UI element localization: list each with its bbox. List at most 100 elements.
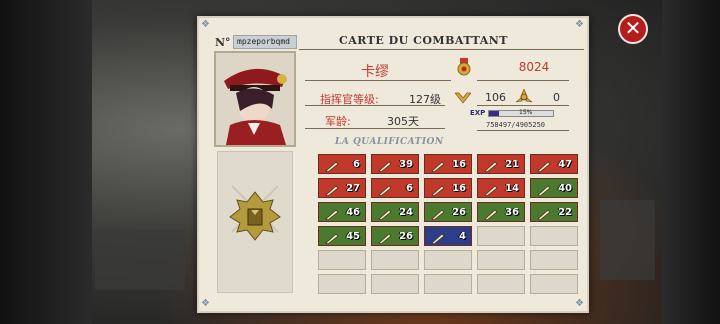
qualification-slot[interactable]: 26 [371, 226, 419, 246]
service-age-value: 305天 [387, 115, 419, 128]
empty-qualification-slot [318, 274, 366, 294]
close-icon: ✕ [624, 16, 642, 40]
iron-cross-medal-icon [218, 152, 292, 292]
flag-icon [431, 230, 445, 245]
empty-qualification-slot [318, 250, 366, 270]
avatar[interactable] [214, 51, 296, 147]
card-title: CARTE DU COMBATTANT [339, 34, 508, 47]
qualification-slot[interactable]: 16 [424, 178, 472, 198]
qualification-grid: 6 39 16 21 47 27 6 16 14 40 46 24 26 36 22 45 26 4 [318, 154, 580, 300]
qualification-slot[interactable]: 39 [371, 154, 419, 174]
armor-icon [378, 206, 392, 221]
exp-numbers: 758497/4905250 [486, 121, 546, 129]
qualification-count: 26 [399, 230, 413, 242]
artillery-icon [537, 206, 551, 221]
qualification-slot[interactable]: 14 [477, 178, 525, 198]
commander-name: 卡缪 [361, 64, 389, 80]
exp-label: EXP [470, 109, 486, 117]
combatant-card: ❖ ❖ ❖ ❖ N° mpzeporbqmd CARTE DU COMBATTA… [197, 16, 589, 313]
qualification-count: 16 [452, 182, 466, 194]
sniper-icon [537, 158, 551, 173]
rank-wings-icon [454, 90, 472, 104]
qualification-title: LA QUALIFICATION [335, 137, 444, 147]
exp-divider [477, 130, 569, 131]
qualification-slot[interactable]: 21 [477, 154, 525, 174]
service-age-label: 军龄: [325, 115, 351, 128]
smg-icon [378, 158, 392, 173]
close-button[interactable]: ✕ [618, 14, 648, 44]
empty-qualification-slot [530, 274, 578, 294]
qualification-slot[interactable]: 27 [318, 178, 366, 198]
empty-qualification-slot [424, 274, 472, 294]
empty-qualification-slot [371, 274, 419, 294]
empty-qualification-slot [371, 250, 419, 270]
level-divider [305, 105, 445, 106]
qualification-slot[interactable]: 45 [318, 226, 366, 246]
qualification-count: 14 [505, 182, 519, 194]
qualification-count: 21 [505, 158, 519, 170]
qualification-slot[interactable]: 40 [530, 178, 578, 198]
power-divider [477, 80, 569, 81]
qualification-slot[interactable]: 36 [477, 202, 525, 222]
qualification-count: 26 [452, 206, 466, 218]
serial-number: mpzeporbqmd [233, 35, 297, 49]
qualification-slot[interactable]: 26 [424, 202, 472, 222]
qualification-count: 45 [346, 230, 360, 242]
empty-qualification-slot [477, 274, 525, 294]
qualification-count: 24 [399, 206, 413, 218]
pistol-icon [325, 182, 339, 197]
empty-qualification-slot [530, 226, 578, 246]
rocket-icon [484, 158, 498, 173]
qualification-slot[interactable]: 24 [371, 202, 419, 222]
combat-power: 8024 [518, 60, 550, 74]
exp-percent: 15% [519, 109, 533, 116]
commander-portrait-icon [216, 53, 294, 145]
qualification-count: 39 [399, 158, 413, 170]
corner-ornament-icon: ❖ [575, 298, 584, 309]
qualification-count: 6 [353, 158, 360, 170]
grenade-icon [378, 182, 392, 197]
qualification-slot[interactable]: 6 [318, 154, 366, 174]
empty-qualification-slot [477, 226, 525, 246]
empty-qualification-slot [477, 250, 525, 270]
corner-ornament-icon: ❖ [201, 19, 210, 30]
qualification-count: 47 [558, 158, 572, 170]
number-label: N° [215, 36, 231, 49]
power-medal-icon [457, 58, 471, 76]
qualification-count: 40 [558, 182, 572, 194]
truck-icon [431, 206, 445, 221]
qualification-slot[interactable]: 47 [530, 154, 578, 174]
title-divider [299, 49, 584, 50]
qualification-count: 46 [346, 206, 360, 218]
corner-ornament-icon: ❖ [575, 19, 584, 30]
corner-ornament-icon: ❖ [201, 298, 210, 309]
empty-qualification-slot [530, 250, 578, 270]
qualification-count: 22 [558, 206, 572, 218]
tri-blade-icon [514, 88, 534, 105]
qualification-count: 36 [505, 206, 519, 218]
service-divider [305, 128, 445, 129]
rank-divider [477, 105, 569, 106]
rifle-icon [325, 158, 339, 173]
left-backdrop [0, 0, 92, 324]
qualification-count: 27 [346, 182, 360, 194]
qualification-slot[interactable]: 16 [424, 154, 472, 174]
exp-progress-fill [489, 111, 499, 116]
qualification-slot[interactable]: 6 [371, 178, 419, 198]
qualification-count: 4 [459, 230, 466, 242]
rank-value: 106 [485, 91, 506, 104]
medal-frame [217, 151, 293, 293]
rubble-decor [95, 230, 185, 290]
qualification-slot[interactable]: 22 [530, 202, 578, 222]
badge-icon [378, 230, 392, 245]
qualification-slot[interactable]: 4 [424, 226, 472, 246]
qualification-count: 6 [406, 182, 413, 194]
wrench-icon [484, 182, 498, 197]
soldier-icon [325, 230, 339, 245]
shell-icon [431, 158, 445, 173]
empty-qualification-slot [424, 250, 472, 270]
rank-secondary-value: 0 [553, 91, 560, 104]
qualification-count: 16 [452, 158, 466, 170]
qualification-slot[interactable]: 46 [318, 202, 366, 222]
ammo-crate-icon [537, 182, 551, 197]
